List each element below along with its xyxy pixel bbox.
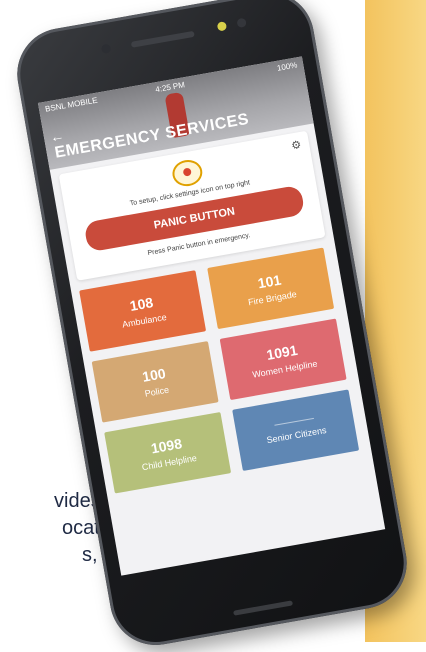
tile-label: Women Helpline [251, 358, 319, 380]
tile-label: Fire Brigade [247, 289, 298, 308]
tile-label: Police [143, 384, 170, 399]
tile-number: 1091 [265, 341, 299, 363]
tile-senior-citizens[interactable]: Senior Citizens [232, 389, 360, 471]
tile-label: Senior Citizens [265, 424, 328, 445]
tile-label: Ambulance [121, 311, 168, 330]
tile-number: 108 [128, 294, 155, 314]
alarm-light-icon [170, 157, 205, 189]
gear-icon[interactable]: ⚙ [290, 138, 302, 153]
status-time: 4:25 PM [154, 80, 186, 95]
tile-number: 1098 [149, 435, 184, 457]
divider [274, 417, 314, 426]
tile-label: Child Helpline [141, 452, 198, 473]
tile-number: 100 [141, 365, 167, 385]
tile-child-helpline[interactable]: 1098 Child Helpline [104, 411, 232, 494]
tile-number: 101 [256, 271, 283, 292]
tile-women-helpline[interactable]: 1091 Women Helpline [219, 318, 347, 401]
tile-ambulance[interactable]: 108 Ambulance [79, 270, 207, 352]
tile-fire-brigade[interactable]: 101 Fire Brigade [207, 247, 335, 330]
tile-police[interactable]: 100 Police [91, 341, 219, 423]
battery-label: 100% [276, 60, 299, 73]
